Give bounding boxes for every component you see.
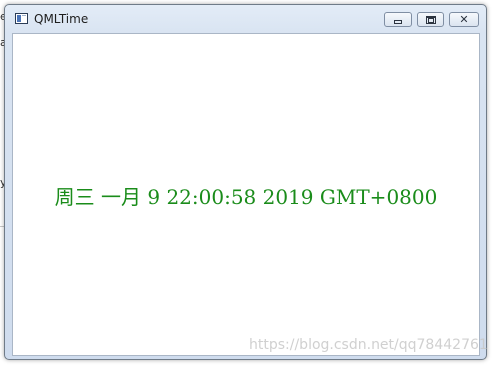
time-display: 周三 一月 9 22:00:58 2019 GMT+0800 [54, 185, 438, 209]
watermark-text: https://blog.csdn.net/qq78442761 [249, 337, 488, 353]
close-icon: ✕ [459, 13, 469, 26]
minimize-icon [394, 19, 402, 24]
minimize-button[interactable] [384, 12, 412, 27]
app-window-icon[interactable] [15, 13, 28, 24]
maximize-icon [425, 15, 436, 24]
maximize-button[interactable] [417, 12, 444, 27]
client-area: 周三 一月 9 22:00:58 2019 GMT+0800 [12, 33, 480, 356]
title-bar[interactable]: QMLTime ✕ [5, 5, 486, 33]
app-window: QMLTime ✕ 周三 一月 9 22:00:58 2019 GMT+0800 [4, 4, 487, 360]
close-button[interactable]: ✕ [449, 12, 479, 27]
window-title: QMLTime [34, 12, 89, 26]
